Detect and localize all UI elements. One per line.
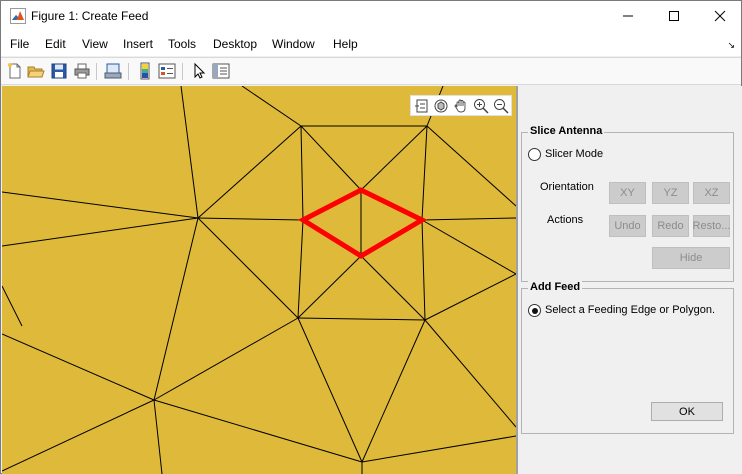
window-title: Figure 1: Create Feed — [31, 9, 149, 23]
zoom-out-icon[interactable] — [493, 98, 509, 114]
toolbar-separator — [128, 63, 129, 80]
zoom-in-icon[interactable] — [473, 98, 489, 114]
xy-button[interactable]: XY — [609, 182, 646, 204]
ok-button[interactable]: OK — [651, 402, 723, 421]
menu-desktop[interactable]: Desktop — [213, 37, 257, 51]
legend-icon[interactable] — [158, 62, 176, 80]
mesh-edges — [2, 86, 516, 474]
menu-bar: File Edit View Insert Tools Desktop Wind… — [1, 32, 741, 56]
feeding-edge-radio[interactable] — [528, 304, 541, 317]
brush-icon[interactable] — [414, 98, 430, 114]
side-panel: Slice Antenna Slicer Mode Orientation XY… — [518, 86, 742, 474]
add-feed-title: Add Feed — [528, 281, 583, 293]
hide-button[interactable]: Hide — [652, 247, 730, 269]
pan-icon[interactable] — [453, 98, 469, 114]
menu-window[interactable]: Window — [272, 37, 315, 51]
axes-toolbar — [410, 95, 512, 116]
slicer-mode-label: Slicer Mode — [545, 148, 604, 160]
mesh-axes[interactable] — [2, 86, 516, 474]
menu-file[interactable]: File — [10, 37, 29, 51]
maximize-icon — [669, 11, 679, 21]
menu-insert[interactable]: Insert — [123, 37, 153, 51]
menu-view[interactable]: View — [82, 37, 108, 51]
link-plot-icon[interactable] — [104, 62, 122, 80]
slicer-mode-radio[interactable] — [528, 148, 541, 161]
figure-window: Figure 1: Create Feed File Edit View Ins… — [0, 0, 742, 474]
slice-antenna-title: Slice Antenna — [528, 125, 605, 137]
property-inspector-icon[interactable] — [212, 62, 230, 80]
redo-button[interactable]: Redo — [652, 215, 689, 237]
feeding-edge-label: Select a Feeding Edge or Polygon. — [545, 304, 716, 316]
title-bar: Figure 1: Create Feed — [1, 1, 741, 32]
rotate-3d-icon[interactable] — [433, 98, 449, 114]
orientation-label: Orientation — [540, 181, 594, 193]
antenna-mesh-plot[interactable] — [2, 86, 516, 474]
dock-arrow-icon[interactable]: ↘ — [727, 40, 735, 51]
slice-antenna-group: Slice Antenna Slicer Mode Orientation XY… — [521, 125, 734, 282]
menu-help[interactable]: Help — [333, 37, 358, 51]
feed-polygon-highlight[interactable] — [297, 187, 428, 259]
colorbar-icon[interactable] — [136, 62, 154, 80]
close-button[interactable] — [697, 1, 742, 31]
yz-button[interactable]: YZ — [652, 182, 689, 204]
figure-toolbar — [1, 57, 741, 85]
restore-button[interactable]: Resto... — [693, 215, 730, 237]
matlab-logo-icon — [10, 8, 26, 24]
print-icon[interactable] — [73, 62, 91, 80]
minimize-button[interactable] — [605, 1, 651, 31]
add-feed-group: Add Feed Select a Feeding Edge or Polygo… — [521, 281, 734, 434]
toolbar-separator — [182, 63, 183, 80]
toolbar-separator — [96, 63, 97, 80]
open-file-icon[interactable] — [27, 62, 45, 80]
maximize-button[interactable] — [651, 1, 697, 31]
close-icon — [714, 10, 726, 22]
xz-button[interactable]: XZ — [693, 182, 730, 204]
undo-button[interactable]: Undo — [609, 215, 646, 237]
minimize-icon — [623, 15, 633, 17]
save-icon[interactable] — [50, 62, 68, 80]
menu-edit[interactable]: Edit — [45, 37, 66, 51]
edit-plot-icon[interactable] — [190, 62, 208, 80]
menu-tools[interactable]: Tools — [168, 37, 196, 51]
actions-label: Actions — [547, 214, 584, 226]
new-figure-icon[interactable] — [6, 62, 24, 80]
